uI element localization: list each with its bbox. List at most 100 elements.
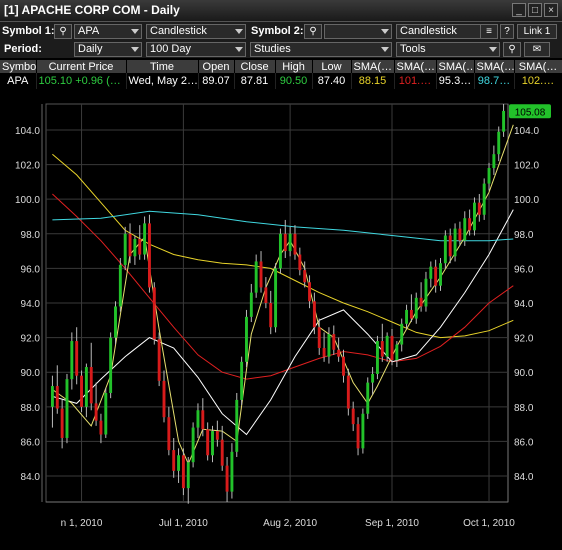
link-button[interactable]: Link 1 [517,24,557,39]
candle-body[interactable] [152,287,156,340]
candle-body[interactable] [225,465,229,492]
candle-body[interactable] [162,380,166,418]
candle-body[interactable] [346,375,350,409]
candle-body[interactable] [211,431,214,456]
table-header[interactable]: High [275,60,313,73]
candle-body[interactable] [104,392,108,435]
candle-body[interactable] [269,303,273,328]
candle-body[interactable] [477,202,481,215]
candle-body[interactable] [439,263,442,286]
candle-body[interactable] [385,335,389,357]
candle-body[interactable] [278,233,282,269]
candle-body[interactable] [118,264,122,307]
candle-body[interactable] [123,233,127,265]
candle-body[interactable] [55,386,59,409]
candle-body[interactable] [94,403,98,421]
table-header[interactable]: Open [198,60,235,73]
candle-body[interactable] [342,356,345,376]
candle-body[interactable] [50,386,54,407]
candle-body[interactable] [274,268,278,328]
candle-body[interactable] [380,341,384,357]
candle-body[interactable] [468,218,472,231]
range-select[interactable]: 100 Day [146,42,246,57]
candle-body[interactable] [448,235,452,257]
candle-body[interactable] [177,455,181,471]
candle-body[interactable] [60,408,64,438]
candle-body[interactable] [138,238,142,255]
table-header[interactable]: Current Price [36,60,127,73]
table-header[interactable]: SMA(… [514,60,562,73]
candle-body[interactable] [458,228,462,241]
table-header[interactable]: SMA(… [474,60,515,73]
candle-body[interactable] [298,254,302,271]
candle-body[interactable] [191,427,195,463]
candle-body[interactable] [235,399,239,452]
candle-body[interactable] [128,233,132,257]
table-header[interactable]: Low [312,60,352,73]
candle-body[interactable] [240,361,244,400]
candle-body[interactable] [186,462,190,489]
chart-type1-select[interactable]: Candlestick [146,24,246,39]
candle-body[interactable] [463,218,467,241]
candle-body[interactable] [497,131,501,155]
candle-body[interactable] [201,410,205,430]
candle-body[interactable] [409,309,413,319]
candle-body[interactable] [220,439,224,466]
candle-body[interactable] [215,431,219,440]
candle-body[interactable] [375,341,379,374]
candle-body[interactable] [84,367,88,407]
candle-body[interactable] [371,373,375,383]
candle-body[interactable] [322,347,326,357]
table-header[interactable]: Close [234,60,276,73]
symbol2-input[interactable] [324,24,392,39]
candle-body[interactable] [312,301,316,328]
candle-body[interactable] [443,235,447,264]
candle-body[interactable] [109,337,113,393]
candle-body[interactable] [230,451,234,492]
candle-body[interactable] [157,339,161,381]
candle-body[interactable] [317,327,321,348]
candle-body[interactable] [453,228,457,257]
candle-body[interactable] [259,261,263,288]
candle-body[interactable] [254,261,258,293]
table-header[interactable]: Time [126,60,199,73]
close-icon[interactable]: × [544,3,558,17]
candle-body[interactable] [424,278,428,307]
candle-body[interactable] [351,408,355,425]
candle-body[interactable] [395,344,399,361]
candle-body[interactable] [167,417,171,451]
candle-body[interactable] [80,375,83,407]
candle-body[interactable] [332,334,336,350]
candle-body[interactable] [366,382,370,414]
candle-body[interactable] [390,335,394,361]
candle-body[interactable] [502,110,506,132]
candle-body[interactable] [65,379,69,438]
candle-body[interactable] [172,450,176,471]
minimize-icon[interactable]: _ [512,3,526,17]
candle-body[interactable] [482,183,486,215]
help-button[interactable]: ? [500,24,514,39]
symbol1-search-icon[interactable]: ⚲ [54,24,72,39]
candle-body[interactable] [487,168,491,184]
table-row[interactable]: APA 105.10 +0.96 (… Wed, May 2… 89.07 87… [0,73,562,89]
candle-body[interactable] [356,424,360,449]
symbol2-search-icon[interactable]: ⚲ [304,24,322,39]
table-header[interactable]: Symbol [0,60,37,73]
candle-body[interactable] [434,266,438,286]
candle-body[interactable] [245,316,248,362]
chat-bubble-icon[interactable]: ✉ [524,42,550,57]
price-chart[interactable]: 104.0 104.0 102.0 102.0 100.0 100.0 98.0 98.0 96… [0,95,562,550]
zoom-icon[interactable]: ⚲ [503,42,521,57]
period-select[interactable]: Daily [74,42,142,57]
table-header[interactable]: SMA(… [351,60,395,73]
candle-body[interactable] [419,297,423,307]
candle-body[interactable] [75,341,79,376]
candle-body[interactable] [206,429,210,456]
table-header[interactable]: SMA(… [436,60,475,73]
candle-body[interactable] [114,306,117,338]
candle-body[interactable] [70,341,74,380]
candle-body[interactable] [414,297,418,319]
candle-body[interactable] [147,223,151,288]
menu-lines-icon[interactable]: ≡ [480,24,498,39]
candle-body[interactable] [283,233,287,252]
